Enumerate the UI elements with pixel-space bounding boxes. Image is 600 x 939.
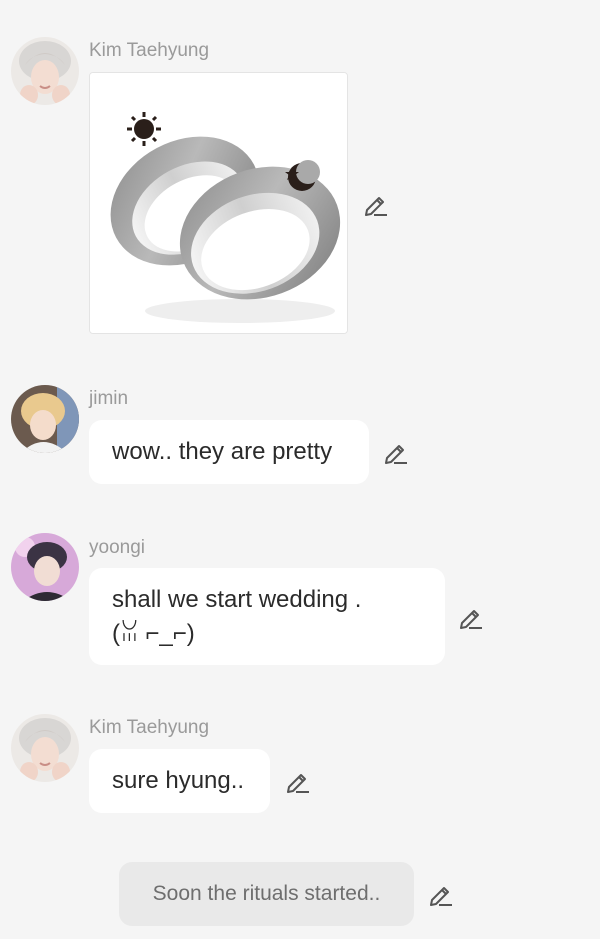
sender-name: Kim Taehyung bbox=[89, 717, 210, 738]
edit-icon[interactable] bbox=[363, 191, 389, 217]
narration-bubble[interactable]: Soon the rituals started.. bbox=[119, 862, 414, 926]
avatar[interactable] bbox=[11, 37, 79, 105]
avatar[interactable] bbox=[11, 714, 79, 782]
message-text: wow.. they are pretty bbox=[112, 438, 333, 465]
edit-icon[interactable] bbox=[428, 881, 454, 907]
message-image[interactable] bbox=[89, 72, 348, 334]
message-text: sure hyung.. bbox=[112, 767, 245, 794]
message-bubble[interactable]: sure hyung.. bbox=[89, 749, 270, 813]
message-text: shall we start wedding . (ꈍ ⌐_⌐) bbox=[112, 586, 362, 647]
sender-name: Kim Taehyung bbox=[89, 40, 210, 61]
narration-text: Soon the rituals started.. bbox=[152, 882, 381, 905]
avatar[interactable] bbox=[11, 385, 79, 453]
edit-icon[interactable] bbox=[285, 768, 311, 794]
message-bubble[interactable]: wow.. they are pretty bbox=[89, 420, 369, 484]
sender-name: jimin bbox=[89, 388, 129, 409]
avatar[interactable] bbox=[11, 533, 79, 601]
edit-icon[interactable] bbox=[458, 604, 484, 630]
sender-name: yoongi bbox=[89, 537, 145, 558]
edit-icon[interactable] bbox=[383, 439, 409, 465]
rings-image bbox=[90, 73, 347, 333]
message-bubble[interactable]: shall we start wedding . (ꈍ ⌐_⌐) bbox=[89, 568, 445, 665]
